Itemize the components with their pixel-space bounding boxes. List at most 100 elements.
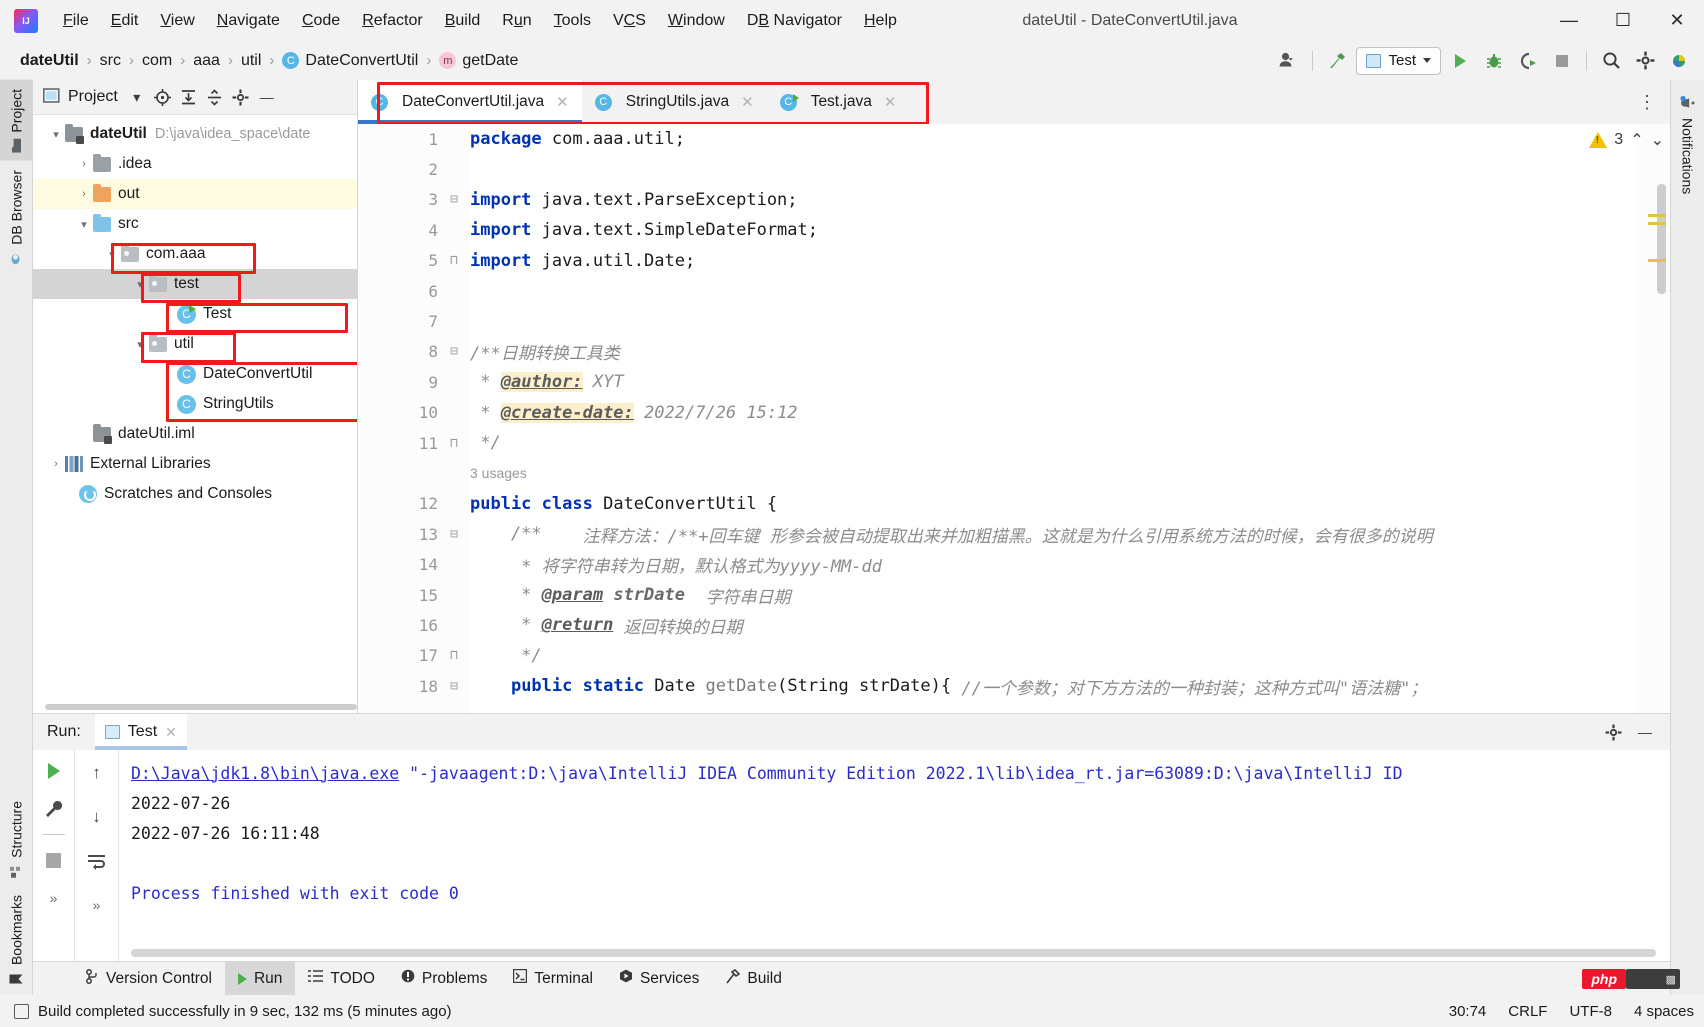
tab-version-control[interactable]: Version Control: [73, 962, 225, 995]
close-run-tab-icon[interactable]: ✕: [165, 724, 177, 741]
tree-node-DateConvertUtil[interactable]: C DateConvertUtil: [33, 359, 357, 389]
more-icon[interactable]: »: [41, 885, 67, 911]
warning-stripe-mark[interactable]: [1648, 214, 1666, 217]
chevron-right-icon[interactable]: ›: [75, 188, 93, 200]
hide-icon[interactable]: —: [1632, 719, 1658, 745]
tab-todo[interactable]: TODO: [295, 962, 388, 995]
fold-marker[interactable]: ⊟: [448, 185, 470, 215]
editor-error-stripe[interactable]: 3 ⌃ ⌄: [1589, 124, 1670, 713]
run-configuration-selector[interactable]: Test: [1356, 46, 1441, 75]
hide-icon[interactable]: —: [254, 84, 280, 110]
tree-node-out[interactable]: › out: [33, 179, 357, 209]
tab-Test-java[interactable]: C Test.java ✕: [767, 80, 910, 124]
code-text-area[interactable]: package com.aaa.util; import java.text.P…: [470, 124, 1636, 713]
up-arrow-icon[interactable]: ↑: [84, 760, 110, 786]
sidebar-item-notifications[interactable]: Notifications: [1671, 86, 1704, 203]
chevron-right-icon[interactable]: ›: [75, 158, 93, 170]
minimize-button[interactable]: —: [1542, 0, 1596, 41]
line-separator[interactable]: CRLF: [1508, 1003, 1547, 1020]
fold-marker[interactable]: ⊓: [448, 641, 470, 671]
fold-marker[interactable]: ⊓: [448, 246, 470, 276]
chevron-down-icon[interactable]: ▾: [47, 128, 65, 141]
chevron-down-icon[interactable]: ▾: [103, 248, 121, 261]
tree-node-external-libraries[interactable]: › External Libraries: [33, 449, 357, 479]
breadcrumb-item-2[interactable]: com: [138, 50, 176, 72]
tree-node-StringUtils[interactable]: C StringUtils: [33, 389, 357, 419]
sidebar-item-bookmarks[interactable]: Bookmarks: [0, 886, 33, 995]
breadcrumb-item-3[interactable]: aaa: [189, 50, 224, 72]
tree-node-dateUtil[interactable]: ▾ dateUtil D:\java\idea_space\date: [33, 119, 357, 149]
breadcrumb-item-6[interactable]: m getDate: [435, 50, 522, 72]
menu-view[interactable]: View: [149, 8, 205, 34]
menu-navigate[interactable]: Navigate: [206, 8, 291, 34]
run-icon[interactable]: [1445, 46, 1475, 76]
menu-build[interactable]: Build: [434, 8, 492, 34]
debug-icon[interactable]: [1479, 46, 1509, 76]
tab-run[interactable]: Run: [224, 962, 296, 995]
menu-vcs[interactable]: VCS: [602, 8, 657, 34]
tab-StringUtils-java[interactable]: C StringUtils.java ✕: [582, 80, 767, 124]
menu-file[interactable]: File: [52, 8, 100, 34]
menu-tools[interactable]: Tools: [543, 8, 602, 34]
tree-node-util[interactable]: ▾ util: [33, 329, 357, 359]
down-arrow-icon[interactable]: ↓: [84, 804, 110, 830]
wrench-icon[interactable]: [41, 796, 67, 822]
tree-node-dateUtil-iml[interactable]: dateUtil.iml: [33, 419, 357, 449]
tree-node-Test[interactable]: C Test: [33, 299, 357, 329]
gear-icon[interactable]: [228, 84, 254, 110]
menu-refactor[interactable]: Refactor: [351, 8, 433, 34]
run-tab-Test[interactable]: Test ✕: [94, 714, 187, 750]
tree-node-idea[interactable]: › .idea: [33, 149, 357, 179]
caret-position[interactable]: 30:74: [1449, 1003, 1487, 1020]
warning-stripe-mark[interactable]: [1648, 222, 1666, 225]
prev-problem-icon[interactable]: ⌃: [1630, 130, 1643, 150]
idea-updates-icon[interactable]: [1664, 46, 1694, 76]
account-icon[interactable]: [1273, 46, 1303, 76]
tree-node-test[interactable]: ▾ test: [33, 269, 357, 299]
tab-build[interactable]: Build: [712, 962, 794, 995]
search-everywhere-icon[interactable]: [1596, 46, 1626, 76]
fold-marker[interactable]: ⊟: [448, 337, 470, 367]
java-exe-link[interactable]: D:\Java\jdk1.8\bin\java.exe: [131, 764, 399, 783]
fold-marker[interactable]: ⊟: [448, 519, 470, 549]
soft-wrap-icon[interactable]: [84, 848, 110, 874]
fold-marker[interactable]: ⊓: [448, 428, 470, 458]
collapse-all-icon[interactable]: [202, 84, 228, 110]
chevron-down-icon[interactable]: ▾: [131, 278, 149, 291]
chevron-down-icon[interactable]: ▾: [124, 84, 150, 110]
scroll-from-source-icon[interactable]: [150, 84, 176, 110]
sidebar-item-db-browser[interactable]: DB Browser: [0, 161, 33, 274]
sidebar-item-project[interactable]: Project: [0, 80, 33, 161]
menu-help[interactable]: Help: [853, 8, 908, 34]
menu-code[interactable]: Code: [291, 8, 351, 34]
tab-services[interactable]: Services: [606, 962, 712, 995]
tree-node-scratches[interactable]: Scratches and Consoles: [33, 479, 357, 509]
menu-run[interactable]: Run: [491, 8, 542, 34]
breadcrumb-item-4[interactable]: util: [237, 50, 265, 72]
warning-stripe-mark[interactable]: [1648, 259, 1666, 262]
close-tab-icon[interactable]: ✕: [884, 93, 897, 111]
tree-node-src[interactable]: ▾ src: [33, 209, 357, 239]
chevron-right-icon[interactable]: ›: [47, 458, 65, 470]
inspection-widget[interactable]: 3 ⌃ ⌄: [1589, 130, 1664, 150]
expand-all-icon[interactable]: [176, 84, 202, 110]
file-encoding[interactable]: UTF-8: [1569, 1003, 1612, 1020]
rerun-icon[interactable]: [41, 758, 67, 784]
next-problem-icon[interactable]: ⌄: [1651, 130, 1664, 150]
tab-terminal[interactable]: Terminal: [500, 962, 606, 995]
fold-marker[interactable]: ⊟: [448, 671, 470, 701]
menu-window[interactable]: Window: [657, 8, 736, 34]
tab-DateConvertUtil-java[interactable]: C DateConvertUtil.java ✕: [358, 80, 582, 124]
settings-gear-icon[interactable]: [1630, 46, 1660, 76]
project-tree-hscrollbar[interactable]: [33, 704, 357, 713]
run-with-coverage-icon[interactable]: [1513, 46, 1543, 76]
indent-setting[interactable]: 4 spaces: [1634, 1003, 1694, 1020]
console-hscrollbar[interactable]: [131, 949, 1656, 957]
close-button[interactable]: ✕: [1650, 0, 1704, 41]
usages-inlay-hint[interactable]: 3 usages: [470, 458, 1636, 488]
breadcrumb-item-1[interactable]: src: [96, 50, 125, 72]
console-output[interactable]: D:\Java\jdk1.8\bin\java.exe "-javaagent:…: [119, 750, 1670, 961]
stop-icon[interactable]: [41, 847, 67, 873]
close-tab-icon[interactable]: ✕: [741, 93, 754, 111]
stop-icon[interactable]: [1547, 46, 1577, 76]
